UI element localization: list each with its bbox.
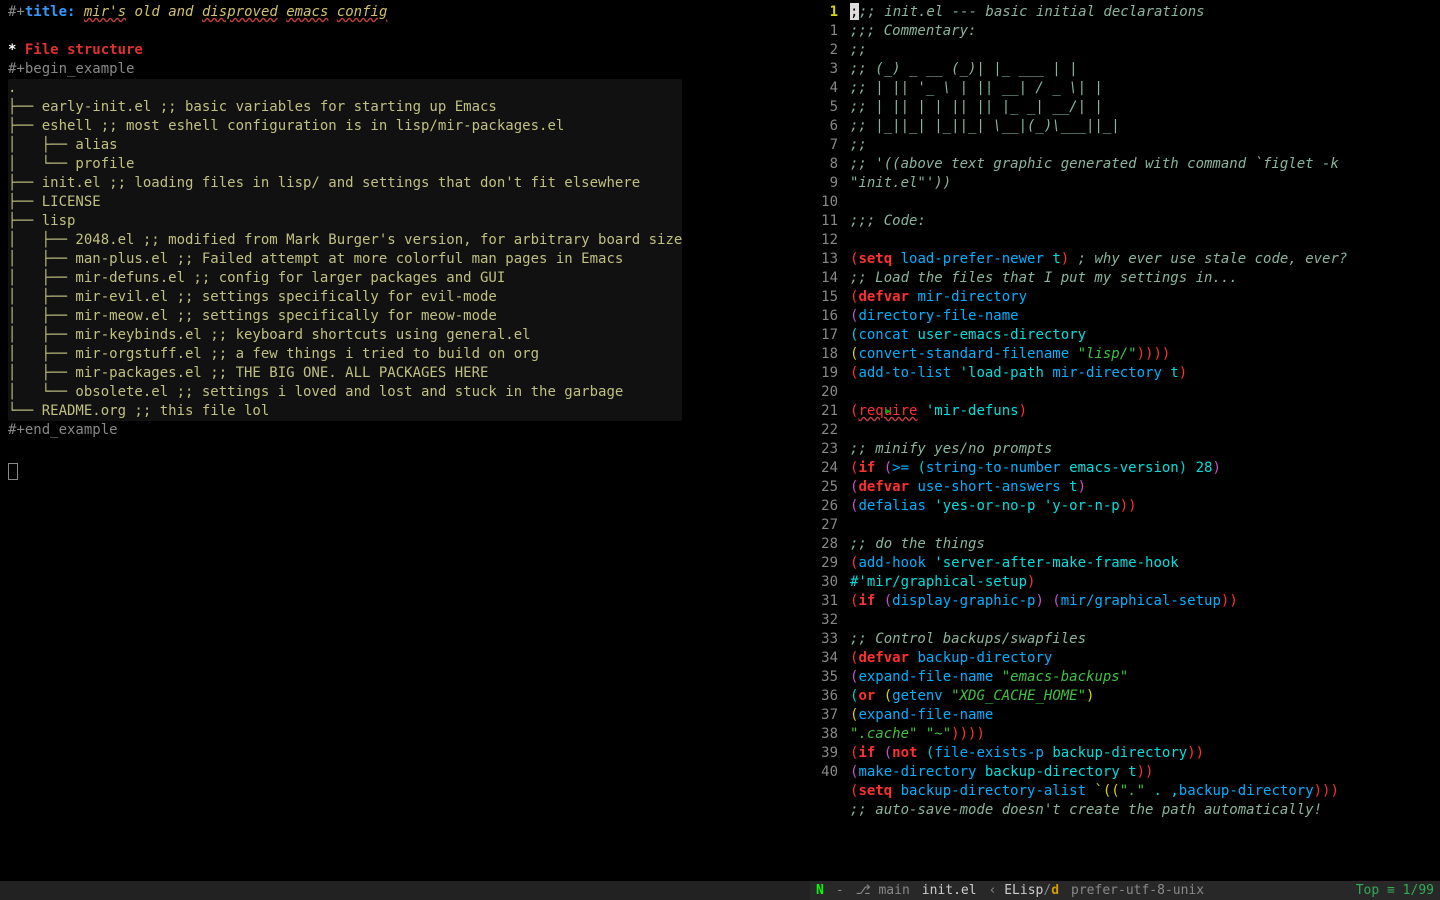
major-mode[interactable]: ELisp [1004, 883, 1043, 898]
org-title-line: #+title: mir's old and disproved emacs c… [8, 3, 802, 22]
line-number-gutter: 1123456789101112131415161718192021222324… [810, 0, 844, 782]
left-modeline [0, 881, 810, 900]
buffer-name[interactable]: init.el [916, 881, 983, 900]
git-branch-name: main [878, 883, 909, 898]
end-example: #+end_example [8, 421, 802, 440]
git-branch-icon: ⎇ [856, 883, 871, 898]
begin-example: #+begin_example [8, 60, 802, 79]
right-window-init-el[interactable]: 1123456789101112131415161718192021222324… [810, 0, 1440, 900]
modeline-dash: - [830, 881, 850, 900]
right-modeline: N - ⎇ main init.el ‹ ELisp/d prefer-utf-… [810, 881, 1440, 900]
left-cursor [8, 463, 18, 480]
org-heading: * File structure [8, 41, 802, 60]
evil-state-indicator: N [810, 881, 830, 900]
code-area[interactable]: ;;; init.el --- basic initial declaratio… [850, 0, 1440, 820]
git-gutter-mark: ▸ [884, 402, 892, 421]
emacs-frame: #+title: mir's old and disproved emacs c… [0, 0, 1440, 900]
buffer-encoding: prefer-utf-8-unix [1065, 881, 1210, 900]
right-cursor: ; [850, 3, 859, 20]
left-window-org-readme[interactable]: #+title: mir's old and disproved emacs c… [0, 0, 810, 900]
example-block: . ├── early-init.el ;; basic variables f… [8, 79, 682, 421]
buffer-position: Top ≡ 1/99 [1350, 881, 1440, 900]
